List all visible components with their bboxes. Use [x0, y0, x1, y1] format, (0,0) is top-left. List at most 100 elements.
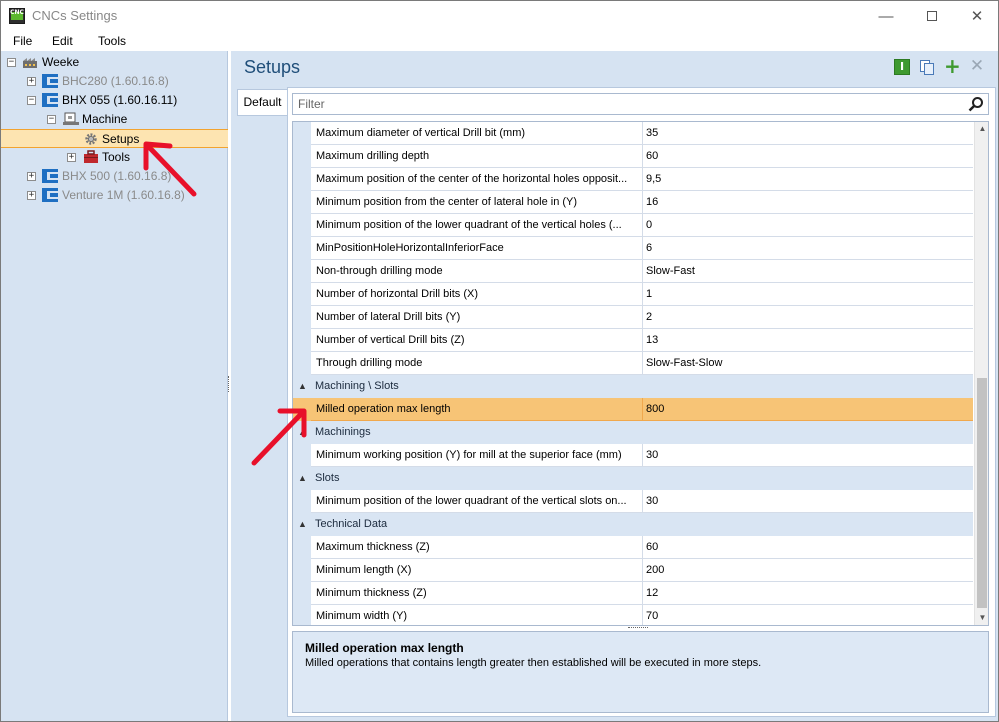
- property-name: Minimum position from the center of late…: [311, 191, 643, 214]
- property-name: Minimum working position (Y) for mill at…: [311, 444, 643, 467]
- menu-edit[interactable]: Edit: [52, 34, 73, 48]
- row-gutter: [293, 490, 311, 513]
- setups-panel: Setups I + ✕ Default Minimum width (Y)70…: [231, 51, 998, 721]
- property-value[interactable]: 0: [643, 214, 973, 237]
- cncs-settings-window: CNC CNCs Settings — ✕ File Edit Tools − …: [0, 0, 999, 722]
- collapse-category-icon[interactable]: ▲: [298, 513, 307, 536]
- grid-row[interactable]: Number of vertical Drill bits (Z) 13: [293, 329, 973, 352]
- minimize-button[interactable]: —: [863, 1, 909, 31]
- property-description: Milled operation max length Milled opera…: [292, 631, 989, 713]
- grid-row[interactable]: Maximum diameter of vertical Drill bit (…: [293, 122, 973, 145]
- grid-category[interactable]: ▲ Technical Data: [293, 513, 973, 536]
- grid-row[interactable]: Minimum width (Y) 70: [293, 605, 973, 625]
- tree-item-label: Setups: [102, 132, 140, 146]
- grid-row-selected[interactable]: Milled operation max length 800: [293, 398, 973, 421]
- grid-category[interactable]: ▲ Slots: [293, 467, 973, 490]
- collapse-icon[interactable]: −: [47, 115, 56, 124]
- property-value[interactable]: 16: [643, 191, 973, 214]
- property-value[interactable]: Slow-Fast-Slow: [643, 352, 973, 375]
- property-name: Through drilling mode: [311, 352, 643, 375]
- category-label: Slots: [315, 472, 340, 484]
- property-value[interactable]: 9,5: [643, 168, 973, 191]
- tree-item-bhx055[interactable]: − BHX 055 (1.60.16.11): [1, 91, 228, 110]
- machine-icon: [63, 112, 79, 125]
- info-button[interactable]: I: [894, 59, 910, 75]
- collapse-icon[interactable]: −: [27, 96, 36, 105]
- property-value[interactable]: 13: [643, 329, 973, 352]
- expand-icon[interactable]: +: [27, 172, 36, 181]
- property-value[interactable]: 800: [643, 398, 973, 421]
- copy-button[interactable]: [919, 59, 935, 75]
- property-value[interactable]: 1: [643, 283, 973, 306]
- row-gutter: [293, 145, 311, 168]
- grid-category[interactable]: ▲ Machining \ Slots: [293, 375, 973, 398]
- property-name: Minimum width (Y): [311, 605, 643, 625]
- grid-row[interactable]: Number of lateral Drill bits (Y) 2: [293, 306, 973, 329]
- title-bar: CNC CNCs Settings — ✕: [1, 1, 998, 31]
- close-button[interactable]: ✕: [954, 1, 998, 31]
- grid-row[interactable]: Minimum thickness (Z) 12: [293, 582, 973, 605]
- scroll-up-icon[interactable]: ▲: [975, 122, 988, 136]
- window-title: CNCs Settings: [32, 8, 118, 23]
- property-value[interactable]: Slow-Fast: [643, 260, 973, 283]
- tree-item-bhc280[interactable]: + BHC280 (1.60.16.8): [1, 72, 228, 91]
- filter-input[interactable]: [293, 94, 963, 114]
- scroll-thumb[interactable]: [977, 378, 987, 608]
- grid-row[interactable]: MinPositionHoleHorizontalInferiorFace 6: [293, 237, 973, 260]
- scroll-down-icon[interactable]: ▼: [975, 611, 988, 625]
- property-name: Maximum thickness (Z): [311, 536, 643, 559]
- row-gutter: [293, 559, 311, 582]
- tree-item-machine[interactable]: − Machine: [1, 110, 228, 129]
- menu-tools[interactable]: Tools: [98, 34, 126, 48]
- property-value[interactable]: 200: [643, 559, 973, 582]
- expand-icon[interactable]: +: [27, 191, 36, 200]
- property-name: Number of horizontal Drill bits (X): [311, 283, 643, 306]
- property-value[interactable]: 2: [643, 306, 973, 329]
- grid-row[interactable]: Maximum thickness (Z) 60: [293, 536, 973, 559]
- expand-icon[interactable]: +: [27, 77, 36, 86]
- property-value[interactable]: 70: [643, 605, 973, 625]
- grid-row[interactable]: Through drilling mode Slow-Fast-Slow: [293, 352, 973, 375]
- app-icon: CNC: [9, 8, 25, 24]
- grid-row[interactable]: Minimum position of the lower quadrant o…: [293, 214, 973, 237]
- property-value[interactable]: 12: [643, 582, 973, 605]
- property-value[interactable]: 30: [643, 490, 973, 513]
- description-text: Milled operations that contains length g…: [305, 657, 762, 669]
- grid-scrollbar[interactable]: ▲ ▼: [974, 122, 988, 625]
- grid-row[interactable]: Minimum length (X) 200: [293, 559, 973, 582]
- menu-file[interactable]: File: [13, 34, 32, 48]
- property-name: Minimum thickness (Z): [311, 582, 643, 605]
- grid-row[interactable]: Minimum position of the lower quadrant o…: [293, 490, 973, 513]
- grid-row[interactable]: Non-through drilling mode Slow-Fast: [293, 260, 973, 283]
- property-value[interactable]: 60: [643, 536, 973, 559]
- tab-default[interactable]: Default: [237, 89, 287, 116]
- property-value[interactable]: 6: [643, 237, 973, 260]
- grid-row[interactable]: Minimum working position (Y) for mill at…: [293, 444, 973, 467]
- property-name: Number of lateral Drill bits (Y): [311, 306, 643, 329]
- grid-category[interactable]: ▲ Machinings: [293, 421, 973, 444]
- expand-icon[interactable]: +: [67, 153, 76, 162]
- collapse-category-icon[interactable]: ▲: [298, 375, 307, 398]
- cnc-machine-icon: [42, 188, 58, 202]
- maximize-button[interactable]: [909, 1, 955, 31]
- property-value[interactable]: 30: [643, 444, 973, 467]
- collapse-icon[interactable]: −: [7, 58, 16, 67]
- property-name: Minimum position of the lower quadrant o…: [311, 490, 643, 513]
- delete-button[interactable]: ✕: [969, 58, 985, 75]
- grid-row[interactable]: Number of horizontal Drill bits (X) 1: [293, 283, 973, 306]
- row-gutter: [293, 122, 311, 145]
- grid-row[interactable]: Maximum position of the center of the ho…: [293, 168, 973, 191]
- property-value[interactable]: 35: [643, 122, 973, 145]
- tree-item-weeke[interactable]: − Weeke: [1, 53, 228, 72]
- row-gutter: [293, 214, 311, 237]
- cnc-machine-icon: [42, 169, 58, 183]
- row-gutter: [293, 283, 311, 306]
- property-value[interactable]: 60: [643, 145, 973, 168]
- add-button[interactable]: +: [944, 56, 961, 76]
- search-icon[interactable]: [968, 96, 984, 112]
- grid-row[interactable]: Minimum position from the center of late…: [293, 191, 973, 214]
- row-gutter: [293, 605, 311, 625]
- app-icon-text: CNC: [10, 9, 24, 16]
- grid-row[interactable]: Maximum drilling depth 60: [293, 145, 973, 168]
- description-splitter[interactable]: [628, 627, 648, 630]
